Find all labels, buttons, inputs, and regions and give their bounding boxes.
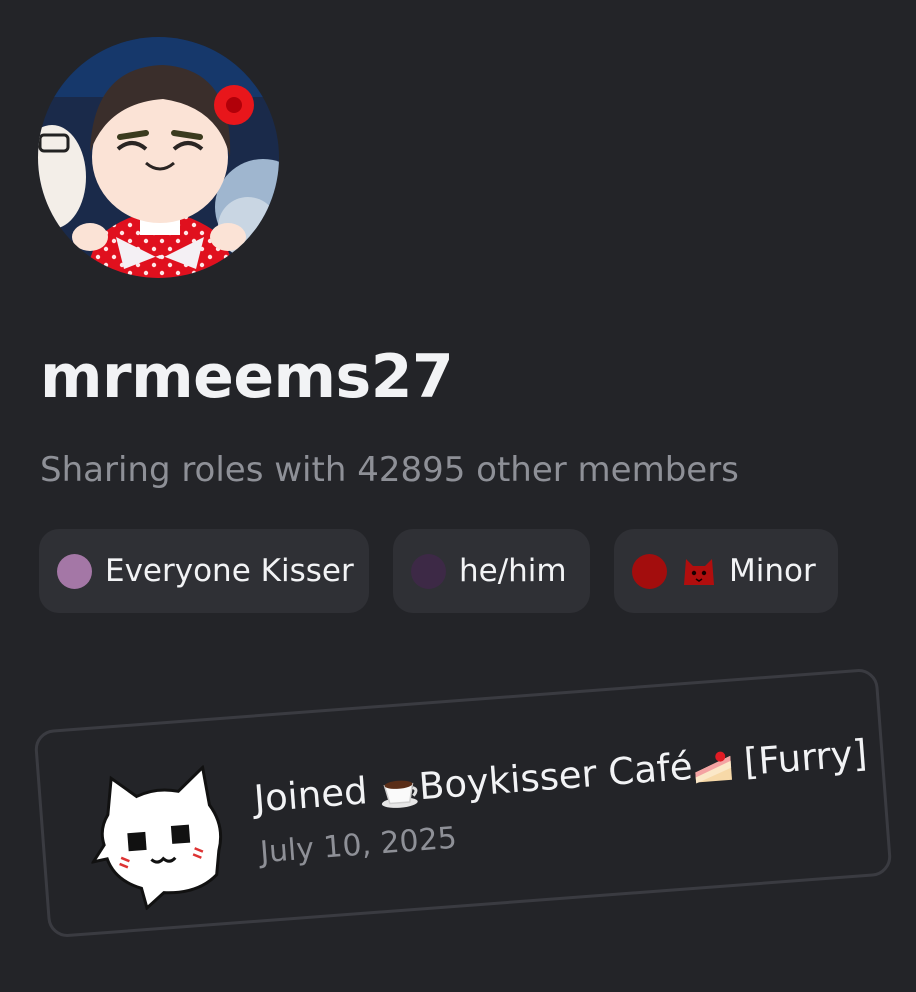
shared-roles-text: Sharing roles with 42895 other members xyxy=(40,450,739,490)
server-name[interactable]: Boykisser Café xyxy=(417,745,694,808)
role-label: Minor xyxy=(729,553,816,589)
avatar[interactable] xyxy=(38,37,279,278)
doll-plush-avatar-icon xyxy=(38,37,279,278)
user-profile-panel: mrmeems27 Sharing roles with 42895 other… xyxy=(0,0,916,992)
server-tag: [Furry] xyxy=(742,731,869,784)
username: mrmeems27 xyxy=(40,342,454,412)
role-label: Everyone Kisser xyxy=(105,553,354,589)
join-date: July 10, 2025 xyxy=(258,820,459,871)
coffee-cup-icon xyxy=(382,780,419,808)
server-join-card[interactable]: Joined Boykisser Café [Furry] July 10, 2… xyxy=(33,667,893,939)
role-label: he/him xyxy=(459,553,567,589)
join-prefix: Joined xyxy=(252,769,369,821)
role-color-dot xyxy=(57,554,92,589)
role-chip[interactable]: Everyone Kisser xyxy=(39,529,369,613)
role-chip[interactable]: he/him xyxy=(393,529,590,613)
cake-slice-icon xyxy=(694,751,732,783)
white-cat-icon xyxy=(90,764,223,911)
role-chip[interactable]: Minor xyxy=(614,529,838,613)
role-color-dot xyxy=(632,554,667,589)
role-color-dot xyxy=(411,554,446,589)
join-text: Joined Boykisser Café [Furry] xyxy=(252,730,869,824)
red-cat-icon xyxy=(684,559,714,585)
